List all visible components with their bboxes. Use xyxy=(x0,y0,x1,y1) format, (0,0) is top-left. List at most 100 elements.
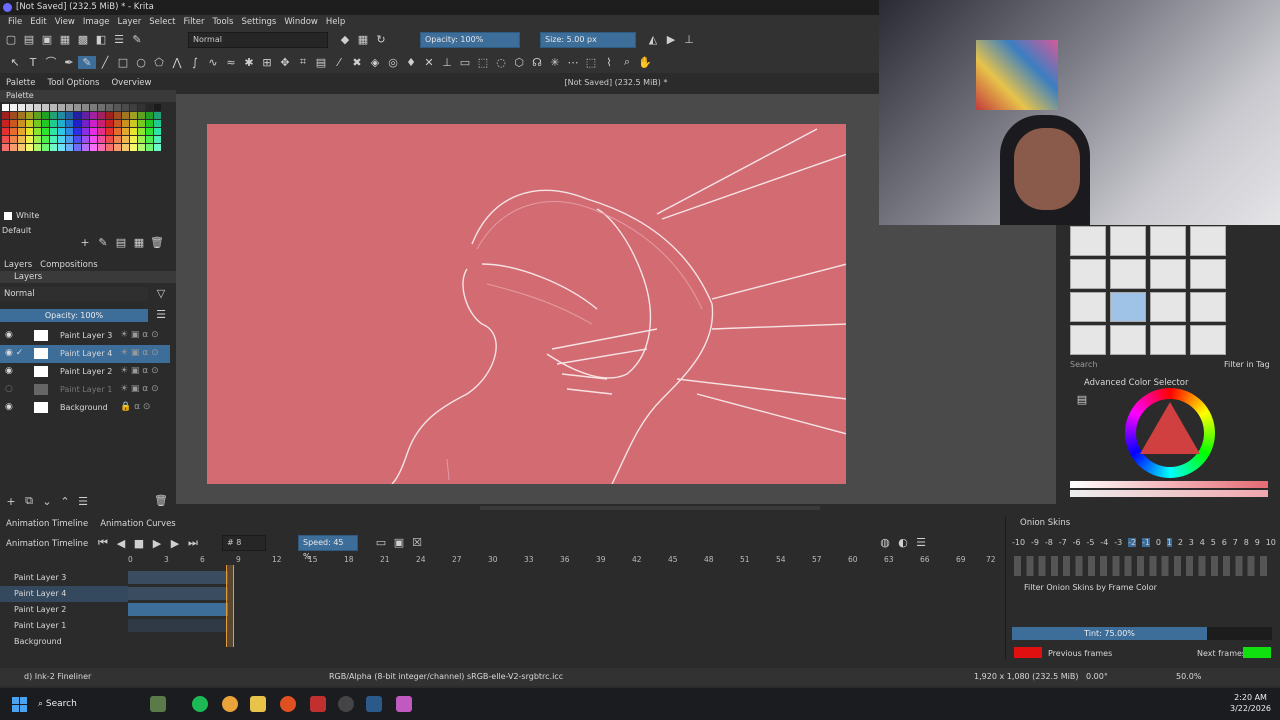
onion-frame[interactable]: 5 xyxy=(1211,538,1216,547)
onion-frame[interactable]: 9 xyxy=(1255,538,1260,547)
timeline-menu-icon[interactable]: ☰ xyxy=(912,536,930,549)
drawing-canvas[interactable] xyxy=(207,124,848,485)
visibility-eye-icon[interactable]: ◉ xyxy=(5,366,13,376)
obs-icon[interactable] xyxy=(338,696,354,712)
palette-swatch[interactable] xyxy=(42,136,49,143)
palette-swatch[interactable] xyxy=(26,144,33,151)
move-tool-icon[interactable]: ✥ xyxy=(276,56,294,69)
speed-slider[interactable]: Speed: 45 % xyxy=(298,535,358,561)
palette-swatch[interactable] xyxy=(106,104,113,111)
menu-view[interactable]: View xyxy=(55,15,75,30)
previous-frame-icon[interactable]: ◀ xyxy=(112,537,130,550)
palette-swatch[interactable] xyxy=(98,104,105,111)
polygon-tool-icon[interactable]: ⬠ xyxy=(150,56,168,69)
palette-swatch[interactable] xyxy=(138,144,145,151)
current-brush[interactable]: d) Ink-2 Fineliner xyxy=(24,668,91,686)
layer-properties-icon[interactable]: ☀ ▣ ⍺ ⊙ xyxy=(120,348,159,358)
next-frames-color[interactable] xyxy=(1243,647,1271,658)
freehand-select-icon[interactable]: ☊ xyxy=(528,56,546,69)
select-shapes-icon[interactable]: ↖ xyxy=(6,56,24,69)
palette-swatch[interactable] xyxy=(114,120,121,127)
palette-swatch[interactable] xyxy=(58,104,65,111)
palette-swatch[interactable] xyxy=(10,144,17,151)
new-document-icon[interactable]: ▢ xyxy=(2,33,20,46)
onion-frame[interactable]: -2 xyxy=(1128,538,1137,547)
onion-frame[interactable]: 4 xyxy=(1200,538,1205,547)
smart-patch-icon[interactable]: ◎ xyxy=(384,56,402,69)
palette-swatch[interactable] xyxy=(106,120,113,127)
menu-edit[interactable]: Edit xyxy=(30,15,46,30)
stop-icon[interactable]: ■ xyxy=(130,537,148,550)
palette-swatch[interactable] xyxy=(146,120,153,127)
palette-swatches[interactable] xyxy=(2,104,161,151)
onion-frame[interactable]: -9 xyxy=(1031,538,1039,547)
taskbar-search[interactable]: ⌕ Search xyxy=(38,694,77,714)
palette-swatch[interactable] xyxy=(90,104,97,111)
onion-frame[interactable]: 10 xyxy=(1266,538,1276,547)
palette-swatch[interactable] xyxy=(66,144,73,151)
palette-swatch[interactable] xyxy=(90,112,97,119)
palette-swatch[interactable] xyxy=(114,136,121,143)
palette-swatch[interactable] xyxy=(34,136,41,143)
palette-swatch[interactable] xyxy=(138,120,145,127)
palette-swatch[interactable] xyxy=(50,144,57,151)
polygon-select-icon[interactable]: ⬡ xyxy=(510,56,528,69)
rotation[interactable]: 0.00° xyxy=(1086,668,1108,686)
filter-by-color-toggle[interactable]: Filter Onion Skins by Frame Color xyxy=(1024,583,1157,592)
edit-shapes-icon[interactable]: ⌒ xyxy=(42,54,60,70)
freehand-brush-icon[interactable]: ✎ xyxy=(78,55,96,69)
app-icon[interactable] xyxy=(310,696,326,712)
palette-swatch[interactable] xyxy=(130,112,137,119)
palette-swatch[interactable] xyxy=(66,120,73,127)
palette-swatch[interactable] xyxy=(2,144,9,151)
palette-swatch[interactable] xyxy=(130,104,137,111)
palette-swatch[interactable] xyxy=(66,112,73,119)
palette-swatch[interactable] xyxy=(130,120,137,127)
next-frame-icon[interactable]: ▶ xyxy=(166,537,184,550)
palette-swatch[interactable] xyxy=(58,120,65,127)
freehand-path-icon[interactable]: ∿ xyxy=(204,56,222,69)
keyframes[interactable] xyxy=(128,619,228,632)
layer-menu-icon[interactable]: ☰ xyxy=(152,308,170,321)
crop-tool-icon[interactable]: ⌗ xyxy=(294,55,312,69)
palette-swatch[interactable] xyxy=(26,128,33,135)
tab-tool-options[interactable]: Tool Options xyxy=(47,78,99,88)
tab-overview[interactable]: Overview xyxy=(111,78,151,88)
palette-swatch[interactable] xyxy=(74,144,81,151)
brush-preset-tile[interactable] xyxy=(1150,292,1186,322)
palette-swatch[interactable] xyxy=(82,144,89,151)
palette-swatch[interactable] xyxy=(58,128,65,135)
palette-swatch[interactable] xyxy=(42,120,49,127)
palette-swatch[interactable] xyxy=(2,120,9,127)
contiguous-select-icon[interactable]: ✳ xyxy=(546,56,564,69)
blend-mode-select[interactable]: Normal xyxy=(188,32,328,48)
filter-icon[interactable]: ▽ xyxy=(152,287,170,300)
add-layer-icon[interactable]: + xyxy=(2,495,20,508)
gradient-tool-icon[interactable]: ▤ xyxy=(312,56,330,69)
brush-preset-tile[interactable] xyxy=(1110,259,1146,289)
palette-swatch[interactable] xyxy=(98,144,105,151)
menu-file[interactable]: File xyxy=(8,15,22,30)
alpha-lock-icon[interactable]: ▦ xyxy=(354,33,372,46)
keyframes[interactable] xyxy=(128,603,228,616)
onion-frame[interactable]: -10 xyxy=(1012,538,1025,547)
playhead[interactable] xyxy=(226,565,234,647)
color-triangle[interactable] xyxy=(1140,402,1200,454)
mirror-vertical-icon[interactable]: ▶ xyxy=(662,33,680,46)
reference-tool-icon[interactable]: ▭ xyxy=(456,56,474,69)
palette-swatch[interactable] xyxy=(82,104,89,111)
onion-frame[interactable]: -1 xyxy=(1141,538,1150,547)
frame-ruler[interactable]: 0 3 6 9 12 15 18 21 24 27 30 33 36 39 42… xyxy=(128,555,998,567)
timeline-layer-row[interactable]: Paint Layer 3 xyxy=(0,570,128,586)
mirror-horizontal-icon[interactable]: ◭ xyxy=(644,33,662,46)
colorize-mask-icon[interactable]: ✖ xyxy=(348,56,366,69)
menu-tools[interactable]: Tools xyxy=(213,15,234,30)
brush-preset-tile[interactable] xyxy=(1150,259,1186,289)
edit-swatch-icon[interactable]: ✎ xyxy=(94,236,112,249)
pan-tool-icon[interactable]: ✋ xyxy=(636,56,654,69)
palette-swatch[interactable] xyxy=(26,120,33,127)
onion-skin-icon[interactable]: ◍ xyxy=(876,536,894,549)
brush-settings-icon[interactable]: ☰ xyxy=(110,33,128,46)
measure-tool-icon[interactable]: ⊥ xyxy=(438,56,456,69)
fill-tool-icon[interactable]: ◈ xyxy=(366,56,384,69)
